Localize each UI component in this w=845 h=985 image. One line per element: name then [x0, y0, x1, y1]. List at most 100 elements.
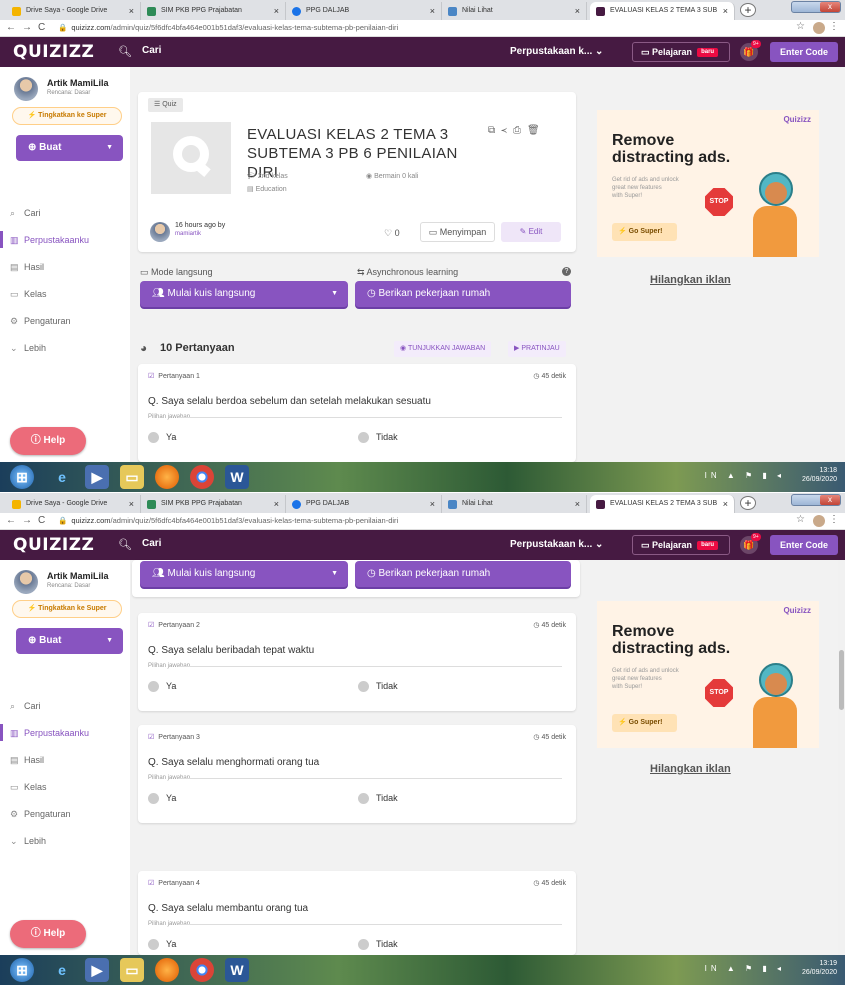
library-dropdown[interactable]: Perpustakaan k... ⌄: [510, 539, 603, 550]
author-name[interactable]: mamiartik: [175, 231, 201, 237]
reload-icon[interactable]: C: [38, 515, 45, 526]
user-name[interactable]: Artik MamiLila: [47, 78, 109, 88]
close-icon[interactable]: ×: [430, 2, 435, 20]
sidebar-item-perpustakaanku[interactable]: ▥ Perpustakaanku: [0, 231, 89, 248]
user-avatar[interactable]: [14, 77, 38, 101]
profile-avatar[interactable]: [813, 515, 825, 527]
window-controls[interactable]: x: [791, 1, 841, 13]
address-bar[interactable]: ← → C 🔒 quizizz.com/admin/quiz/5f6dfc4bfa…: [0, 20, 845, 37]
sidebar-item-hasil[interactable]: ▤ Hasil: [10, 262, 44, 273]
question-card[interactable]: ☑ Pertanyaan 1 ◷ 45 detik Q. Saya selalu …: [138, 364, 576, 462]
sidebar-item-lebih[interactable]: ⌄ Lebih: [10, 836, 46, 847]
gift-icon[interactable]: 🎁 9+: [740, 40, 761, 61]
search-link[interactable]: Cari: [142, 538, 161, 549]
tab-quizizz-active[interactable]: EVALUASI KELAS 2 TEMA 3 SUB ×: [590, 495, 735, 513]
close-icon[interactable]: ×: [430, 495, 435, 513]
question-card[interactable]: ☑ Pertanyaan 2 ◷ 45 detik Q. Saya selalu …: [138, 613, 576, 711]
tab-drive[interactable]: Drive Saya - Google Drive ×: [6, 2, 141, 20]
help-button[interactable]: ⓘ Help: [10, 920, 86, 948]
tab-sim-pkb[interactable]: SIM PKB PPG Prajabatan ×: [141, 2, 286, 20]
assign-homework-button[interactable]: ◷ Berikan pekerjaan rumah: [355, 561, 571, 587]
bookmark-star-icon[interactable]: ☆: [796, 514, 805, 525]
profile-avatar[interactable]: [813, 22, 825, 34]
upgrade-super-button[interactable]: ⚡ Tingkatkan ke Super: [12, 600, 122, 618]
sidebar-item-kelas[interactable]: ▭ Kelas: [10, 782, 47, 793]
word-icon[interactable]: W: [225, 465, 249, 489]
search-icon[interactable]: 🔍︎: [118, 538, 132, 551]
window-close-icon[interactable]: x: [820, 2, 840, 12]
lessons-button[interactable]: ▭ Pelajaran baru: [632, 42, 730, 62]
close-icon[interactable]: ×: [575, 2, 580, 20]
scrollbar-thumb[interactable]: [839, 650, 844, 710]
new-tab-button[interactable]: +: [740, 3, 756, 17]
save-button[interactable]: ▭ Menyimpan: [420, 222, 495, 242]
upgrade-super-button[interactable]: ⚡ Tingkatkan ke Super: [12, 107, 122, 125]
close-icon[interactable]: ×: [723, 495, 728, 513]
tab-drive[interactable]: Drive Saya - Google Drive ×: [6, 495, 141, 513]
folder-icon[interactable]: ▭: [120, 465, 144, 489]
remove-ads-link[interactable]: Hilangkan iklan: [650, 274, 731, 286]
sidebar-item-kelas[interactable]: ▭ Kelas: [10, 289, 47, 300]
kebab-menu-icon[interactable]: ⋮: [829, 21, 839, 32]
sidebar-item-cari[interactable]: ⌕ Cari: [10, 701, 41, 712]
new-tab-button[interactable]: +: [740, 496, 756, 510]
start-live-quiz-button[interactable]: 👥︎ Mulai kuis langsung ▼: [140, 281, 348, 307]
back-icon[interactable]: ←: [6, 22, 16, 33]
system-tray[interactable]: IN ▲ ⚑ ▮ ◂: [705, 964, 785, 973]
ad-banner[interactable]: Quizizz Remove distracting ads. Get rid …: [597, 601, 819, 748]
start-button[interactable]: ⊞: [10, 958, 34, 982]
delete-icon[interactable]: 🗑︎: [527, 125, 546, 136]
close-icon[interactable]: ×: [129, 495, 134, 513]
ad-banner[interactable]: Quizizz Remove distracting ads. Get rid …: [597, 110, 819, 257]
bookmark-star-icon[interactable]: ☆: [796, 21, 805, 32]
print-icon[interactable]: ⎙: [513, 125, 527, 136]
media-icon[interactable]: ▶: [85, 958, 109, 982]
go-super-button[interactable]: ⚡ Go Super!: [612, 223, 677, 241]
preview-button[interactable]: ▶ PRATINJAU: [508, 341, 566, 357]
close-icon[interactable]: ×: [723, 2, 728, 20]
library-dropdown[interactable]: Perpustakaan k... ⌄: [510, 46, 603, 57]
ie-icon[interactable]: e: [50, 958, 74, 982]
help-button[interactable]: ⓘ Help: [10, 427, 86, 455]
share-icon[interactable]: ≺: [501, 125, 513, 136]
url-text[interactable]: 🔒 quizizz.com/admin/quiz/5f6dfc4bfa464e00…: [58, 515, 398, 527]
create-button[interactable]: ⊕ Buat ▼: [16, 135, 123, 161]
copy-icon[interactable]: ⧉: [488, 125, 501, 136]
sidebar-item-pengaturan[interactable]: ⚙ Pengaturan: [10, 809, 71, 820]
close-icon[interactable]: ×: [274, 2, 279, 20]
sidebar-item-perpustakaanku[interactable]: ▥ Perpustakaanku: [0, 724, 89, 741]
close-icon[interactable]: ×: [274, 495, 279, 513]
firefox-icon[interactable]: [155, 958, 179, 982]
url-text[interactable]: 🔒 quizizz.com/admin/quiz/5f6dfc4bfa464e00…: [58, 22, 398, 34]
start-button[interactable]: ⊞: [10, 465, 34, 489]
window-close-icon[interactable]: x: [820, 495, 840, 505]
remove-ads-link[interactable]: Hilangkan iklan: [650, 763, 731, 775]
page-scrollbar[interactable]: [838, 560, 845, 955]
show-answers-button[interactable]: ◉ TUNJUKKAN JAWABAN: [394, 341, 492, 357]
close-icon[interactable]: ×: [575, 495, 580, 513]
create-button[interactable]: ⊕ Buat ▼: [16, 628, 123, 654]
tab-ppg-daljab[interactable]: PPG DALJAB ×: [286, 2, 442, 20]
close-icon[interactable]: ×: [129, 2, 134, 20]
search-link[interactable]: Cari: [142, 45, 161, 56]
start-live-quiz-button[interactable]: 👥︎ Mulai kuis langsung ▼: [140, 561, 348, 587]
like-button[interactable]: ♡ 0: [384, 228, 400, 239]
clock[interactable]: 13:19 26/09/2020: [802, 959, 837, 977]
sidebar-item-pengaturan[interactable]: ⚙ Pengaturan: [10, 316, 71, 327]
quizizz-logo[interactable]: QUIZIZZ: [13, 42, 94, 62]
clock[interactable]: 13:18 26/09/2020: [802, 466, 837, 484]
media-icon[interactable]: ▶: [85, 465, 109, 489]
quizizz-logo[interactable]: QUIZIZZ: [13, 535, 94, 555]
ie-icon[interactable]: e: [50, 465, 74, 489]
assign-homework-button[interactable]: ◷ Berikan pekerjaan rumah: [355, 281, 571, 307]
forward-icon[interactable]: →: [22, 515, 32, 526]
sidebar-item-hasil[interactable]: ▤ Hasil: [10, 755, 44, 766]
user-name[interactable]: Artik MamiLila: [47, 571, 109, 581]
forward-icon[interactable]: →: [22, 22, 32, 33]
tab-nilai[interactable]: Nilai Lihat ×: [442, 2, 587, 20]
word-icon[interactable]: W: [225, 958, 249, 982]
question-card[interactable]: ☑ Pertanyaan 3 ◷ 45 detik Q. Saya selalu …: [138, 725, 576, 823]
tab-sim-pkb[interactable]: SIM PKB PPG Prajabatan ×: [141, 495, 286, 513]
chrome-icon[interactable]: [190, 958, 214, 982]
edit-button[interactable]: ✎ Edit: [501, 222, 561, 242]
